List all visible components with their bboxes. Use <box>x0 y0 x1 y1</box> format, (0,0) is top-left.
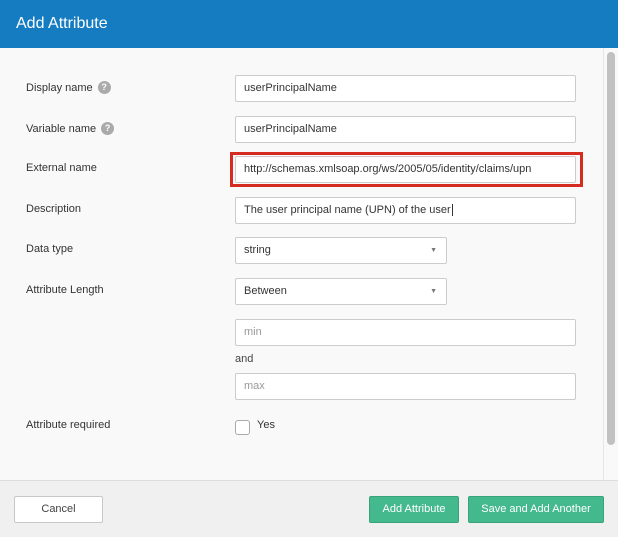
max-placeholder: max <box>244 380 265 392</box>
min-placeholder: min <box>244 326 262 338</box>
data-type-selected: string <box>244 244 271 256</box>
caret-down-icon: ▼ <box>430 247 437 254</box>
data-type-label: Data type <box>26 243 73 255</box>
cancel-button[interactable]: Cancel <box>14 496 103 523</box>
dialog-body <box>0 48 618 480</box>
and-label: and <box>235 353 254 365</box>
data-type-select[interactable]: string ▼ <box>235 237 447 264</box>
attribute-length-select[interactable]: Between ▼ <box>235 278 447 305</box>
attribute-length-selected: Between <box>244 285 287 297</box>
help-icon[interactable]: ? <box>101 122 115 135</box>
min-length-input[interactable]: min <box>235 319 576 346</box>
variable-name-label: Variable name ? <box>26 122 115 135</box>
external-name-value: http://schemas.xmlsoap.org/ws/2005/05/id… <box>244 163 532 175</box>
external-name-label: External name <box>26 162 97 174</box>
variable-name-value: userPrincipalName <box>244 123 337 135</box>
variable-name-input[interactable]: userPrincipalName <box>235 116 576 143</box>
description-value: The user principal name (UPN) of the use… <box>244 204 451 216</box>
description-label: Description <box>26 203 81 215</box>
save-and-add-another-button[interactable]: Save and Add Another <box>468 496 604 523</box>
data-type-label-text: Data type <box>26 243 74 255</box>
max-length-input[interactable]: max <box>235 373 576 400</box>
dialog-title: Add Attribute <box>16 15 108 32</box>
display-name-value: userPrincipalName <box>244 82 337 94</box>
help-icon[interactable]: ? <box>97 81 111 94</box>
scrollbar-thumb[interactable] <box>607 52 615 445</box>
attribute-length-label-text: Attribute Length <box>26 284 104 296</box>
display-name-label-text: Display name <box>26 81 93 94</box>
add-attribute-button[interactable]: Add Attribute <box>369 496 459 523</box>
attribute-required-label: Attribute required <box>26 419 110 431</box>
display-name-input[interactable]: userPrincipalName <box>235 75 576 102</box>
external-name-input[interactable]: http://schemas.xmlsoap.org/ws/2005/05/id… <box>235 156 576 183</box>
text-cursor <box>451 204 453 216</box>
caret-down-icon: ▼ <box>430 288 437 295</box>
attribute-length-label: Attribute Length <box>26 284 104 296</box>
external-name-label-text: External name <box>26 162 97 174</box>
dialog-header: Add Attribute <box>0 0 618 48</box>
description-input[interactable]: The user principal name (UPN) of the use… <box>235 197 576 224</box>
variable-name-label-text: Variable name <box>26 122 97 135</box>
description-label-text: Description <box>26 203 82 215</box>
attribute-required-yes-label[interactable]: Yes <box>257 419 275 431</box>
display-name-label: Display name ? <box>26 81 111 94</box>
attribute-required-checkbox[interactable] <box>235 420 250 435</box>
attribute-required-label-text: Attribute required <box>26 419 111 431</box>
